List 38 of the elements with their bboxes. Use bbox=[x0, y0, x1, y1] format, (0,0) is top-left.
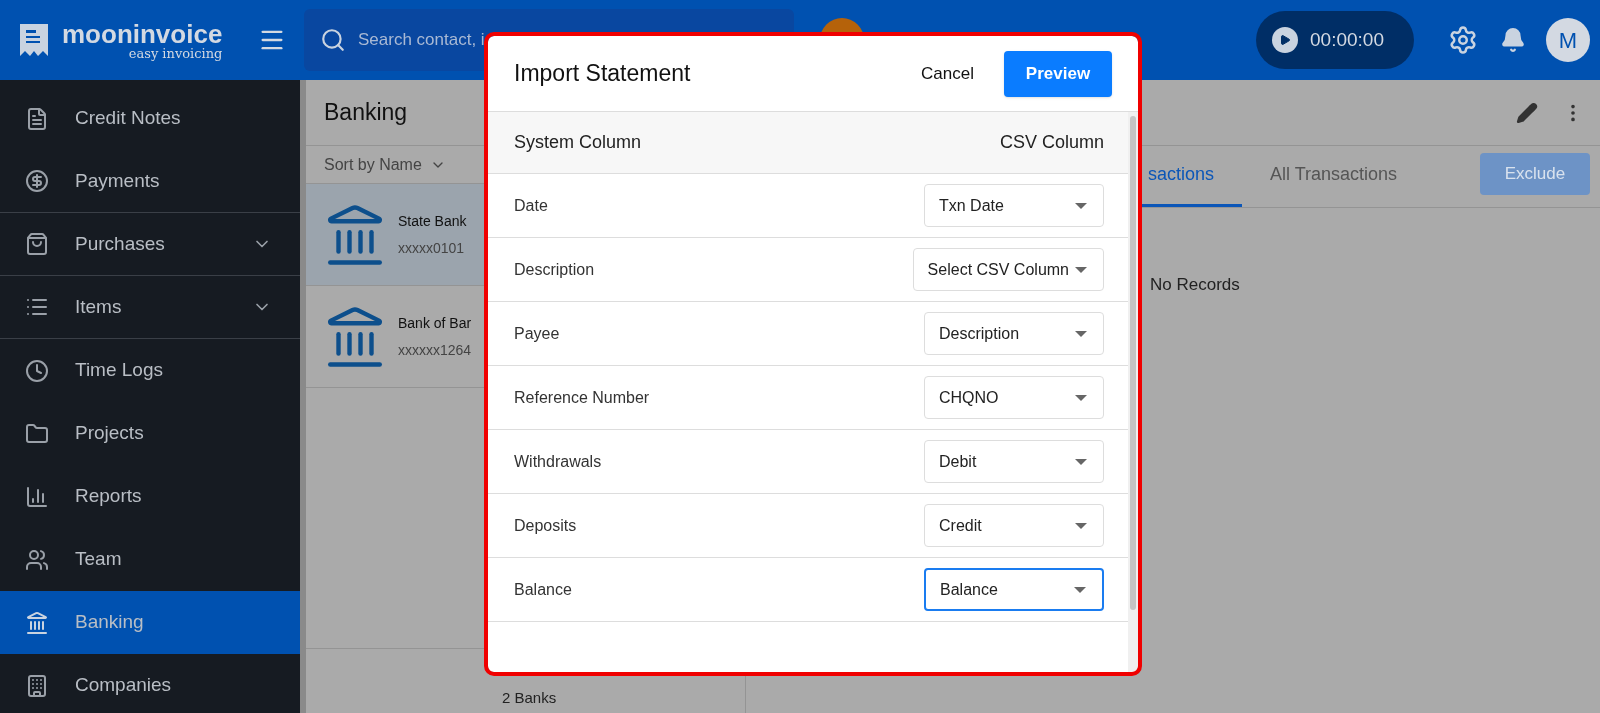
field-label: Payee bbox=[514, 323, 560, 344]
select-value: Txn Date bbox=[939, 195, 1005, 216]
brand-name: mooninvoice bbox=[62, 20, 223, 47]
sidebar-label: Credit Notes bbox=[75, 106, 182, 131]
bank-count: 2 Banks bbox=[502, 687, 557, 708]
field-label: Date bbox=[514, 195, 548, 216]
search-placeholder: Search contact, i bbox=[358, 29, 485, 52]
field-label: Description bbox=[514, 259, 595, 280]
column-header: CSV Column bbox=[999, 131, 1104, 154]
timer-text: 00:00:00 bbox=[1310, 27, 1384, 52]
sidebar-label: Items bbox=[75, 294, 123, 319]
sidebar-label: Time Logs bbox=[75, 358, 164, 383]
select-value: Description bbox=[939, 323, 1021, 344]
field-label: Deposits bbox=[514, 515, 577, 536]
sidebar-label: Payments bbox=[75, 168, 161, 193]
account-number: xxxxxx1264 bbox=[398, 340, 472, 360]
select-value: Select CSV Column bbox=[927, 259, 1069, 280]
field-label: Reference Number bbox=[514, 387, 650, 408]
sidebar-label: Purchases bbox=[75, 231, 166, 256]
select-value: Debit bbox=[939, 451, 978, 472]
dialog-title: Import Statement bbox=[514, 59, 692, 89]
sidebar-label: Companies bbox=[75, 673, 173, 698]
brand-tagline: easy invoicing bbox=[128, 46, 223, 60]
select-value: Credit bbox=[939, 515, 983, 536]
sidebar-label: Reports bbox=[75, 484, 143, 509]
field-label: Balance bbox=[514, 579, 572, 600]
sidebar-label: Banking bbox=[75, 610, 145, 635]
account-number: xxxxx0101 bbox=[398, 238, 466, 258]
empty-message: No Records bbox=[1150, 275, 1240, 294]
select-value: Balance bbox=[940, 579, 999, 600]
sidebar-label: Team bbox=[75, 547, 123, 572]
bank-name: Bank of Bar bbox=[398, 313, 472, 333]
select-value: CHQNO bbox=[939, 387, 1000, 408]
panel-title: Banking bbox=[324, 98, 408, 128]
field-label: Withdrawals bbox=[514, 451, 602, 472]
bank-name: State Bank bbox=[398, 211, 467, 231]
column-header: System Column bbox=[514, 131, 642, 154]
sidebar-label: Projects bbox=[75, 421, 145, 446]
